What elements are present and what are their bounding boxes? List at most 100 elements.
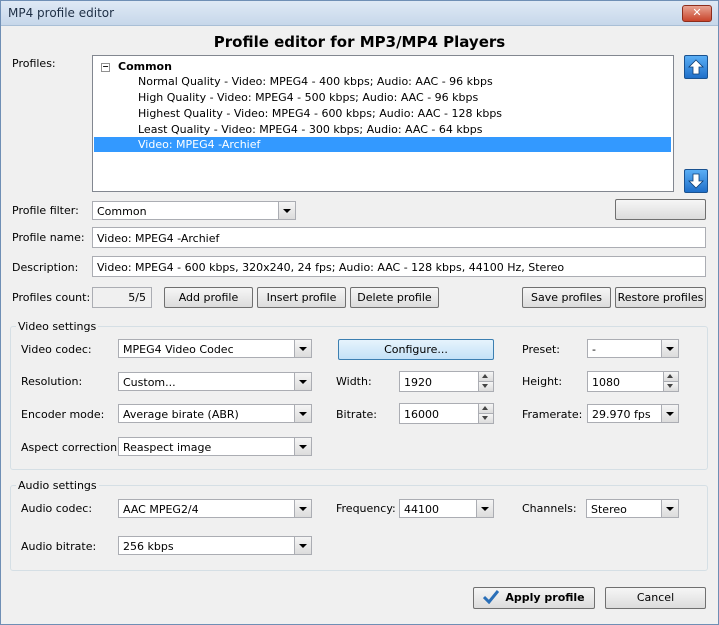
chevron-down-icon[interactable] [294, 438, 311, 455]
aspect-correction-select[interactable]: Reaspect image [118, 437, 312, 456]
spin-up-icon[interactable] [478, 372, 493, 382]
resolution-label: Resolution: [21, 375, 83, 388]
bitrate-spinbox[interactable]: 16000 [399, 403, 494, 424]
apply-profile-button[interactable]: Apply profile [473, 587, 595, 609]
profile-filter-value: Common [97, 205, 147, 218]
delete-profile-button[interactable]: Delete profile [350, 287, 439, 308]
description-label: Description: [12, 261, 79, 274]
chevron-down-icon[interactable] [661, 340, 678, 357]
profile-name-field[interactable]: Video: MPEG4 -Archief [92, 227, 706, 248]
audio-bitrate-value: 256 kbps [123, 540, 174, 553]
cancel-button[interactable]: Cancel [605, 587, 706, 609]
window-title: MP4 profile editor [8, 6, 115, 20]
profile-filter-label: Profile filter: [12, 204, 79, 217]
encoder-mode-select[interactable]: Average birate (ABR) [118, 404, 312, 423]
resolution-select[interactable]: Custom... [118, 372, 312, 391]
framerate-select[interactable]: 29.970 fps [587, 404, 679, 423]
move-down-button[interactable] [684, 169, 708, 193]
audio-bitrate-label: Audio bitrate: [21, 540, 97, 553]
chevron-down-icon[interactable] [294, 537, 311, 554]
resolution-value: Custom... [123, 376, 176, 389]
apply-profile-label: Apply profile [505, 591, 585, 604]
restore-profiles-button[interactable]: Restore profiles [615, 287, 706, 308]
arrow-up-icon [688, 59, 704, 75]
profile-item-highest-quality[interactable]: Highest Quality - Video: MPEG4 - 600 kbp… [138, 107, 502, 120]
encoder-mode-label: Encoder mode: [21, 408, 105, 421]
spin-down-icon[interactable] [478, 382, 493, 391]
chevron-down-icon[interactable] [294, 340, 311, 357]
encoder-mode-value: Average birate (ABR) [123, 408, 239, 421]
profile-name-value: Video: MPEG4 -Archief [97, 232, 220, 245]
chevron-down-icon[interactable] [476, 500, 493, 517]
spin-up-icon[interactable] [478, 404, 493, 414]
framerate-value: 29.970 fps [592, 408, 651, 421]
profile-filter-select[interactable]: Common [92, 201, 296, 220]
audio-settings-title: Audio settings [16, 479, 99, 492]
bitrate-value: 16000 [404, 408, 439, 421]
profiles-count-label: Profiles count: [12, 291, 91, 304]
checkmark-icon [483, 590, 500, 604]
channels-label: Channels: [522, 502, 577, 515]
configure-button[interactable]: Configure... [338, 339, 494, 360]
video-codec-label: Video codec: [21, 343, 92, 356]
audio-codec-label: Audio codec: [21, 502, 93, 515]
frequency-label: Frequency: [336, 502, 396, 515]
title-bar[interactable]: MP4 profile editor ✕ [1, 1, 718, 26]
height-label: Height: [522, 375, 563, 388]
spin-down-icon[interactable] [663, 382, 678, 391]
profile-item-high-quality[interactable]: High Quality - Video: MPEG4 - 500 kbps; … [138, 91, 478, 104]
close-icon: ✕ [692, 6, 702, 19]
channels-value: Stereo [591, 503, 627, 516]
move-up-button[interactable] [684, 55, 708, 79]
framerate-label: Framerate: [522, 408, 583, 421]
chevron-down-icon[interactable] [661, 405, 678, 422]
arrow-down-icon [688, 173, 704, 189]
preset-select[interactable]: - [587, 339, 679, 358]
width-label: Width: [336, 375, 372, 388]
channels-select[interactable]: Stereo [586, 499, 679, 518]
save-profiles-button[interactable]: Save profiles [522, 287, 611, 308]
chevron-down-icon[interactable] [278, 202, 295, 219]
tree-group-label: Common [118, 60, 172, 73]
collapse-icon[interactable]: − [101, 63, 110, 72]
profiles-label: Profiles: [12, 57, 56, 70]
chevron-down-icon[interactable] [294, 500, 311, 517]
video-codec-select[interactable]: MPEG4 Video Codec [118, 339, 312, 358]
profiles-listbox[interactable]: − Common Normal Quality - Video: MPEG4 - … [92, 55, 674, 192]
bitrate-label: Bitrate: [336, 408, 377, 421]
page-title: Profile editor for MP3/MP4 Players [213, 33, 506, 51]
video-codec-value: MPEG4 Video Codec [123, 343, 234, 356]
restore-defaults-button[interactable] [615, 199, 706, 220]
audio-settings-group [10, 485, 708, 571]
chevron-down-icon[interactable] [661, 500, 678, 517]
spin-down-icon[interactable] [478, 414, 493, 423]
chevron-down-icon[interactable] [294, 405, 311, 422]
profile-item-archief-selected[interactable]: Video: MPEG4 -Archief [138, 138, 260, 151]
preset-label: Preset: [522, 343, 561, 356]
chevron-down-icon[interactable] [294, 373, 311, 390]
description-value: Video: MPEG4 - 600 kbps, 320x240, 24 fps… [97, 261, 565, 274]
width-value: 1920 [404, 376, 432, 389]
audio-codec-select[interactable]: AAC MPEG2/4 [118, 499, 312, 518]
preset-value: - [592, 343, 596, 356]
profiles-count-value: 5/5 [92, 287, 152, 308]
height-spinbox[interactable]: 1080 [587, 371, 679, 392]
height-value: 1080 [592, 376, 620, 389]
width-spinbox[interactable]: 1920 [399, 371, 494, 392]
tree-group-common[interactable]: − Common [101, 60, 172, 73]
video-settings-title: Video settings [16, 320, 99, 333]
profile-name-label: Profile name: [12, 231, 85, 244]
frequency-value: 44100 [404, 503, 439, 516]
close-button[interactable]: ✕ [682, 5, 712, 22]
aspect-correction-label: Aspect correction: [21, 441, 121, 454]
frequency-select[interactable]: 44100 [399, 499, 494, 518]
add-profile-button[interactable]: Add profile [164, 287, 253, 308]
profile-item-normal-quality[interactable]: Normal Quality - Video: MPEG4 - 400 kbps… [138, 75, 493, 88]
audio-codec-value: AAC MPEG2/4 [123, 503, 199, 516]
description-field[interactable]: Video: MPEG4 - 600 kbps, 320x240, 24 fps… [92, 256, 706, 277]
profile-item-least-quality[interactable]: Least Quality - Video: MPEG4 - 300 kbps;… [138, 123, 482, 136]
spin-up-icon[interactable] [663, 372, 678, 382]
audio-bitrate-select[interactable]: 256 kbps [118, 536, 312, 555]
insert-profile-button[interactable]: Insert profile [257, 287, 346, 308]
aspect-correction-value: Reaspect image [123, 441, 212, 454]
